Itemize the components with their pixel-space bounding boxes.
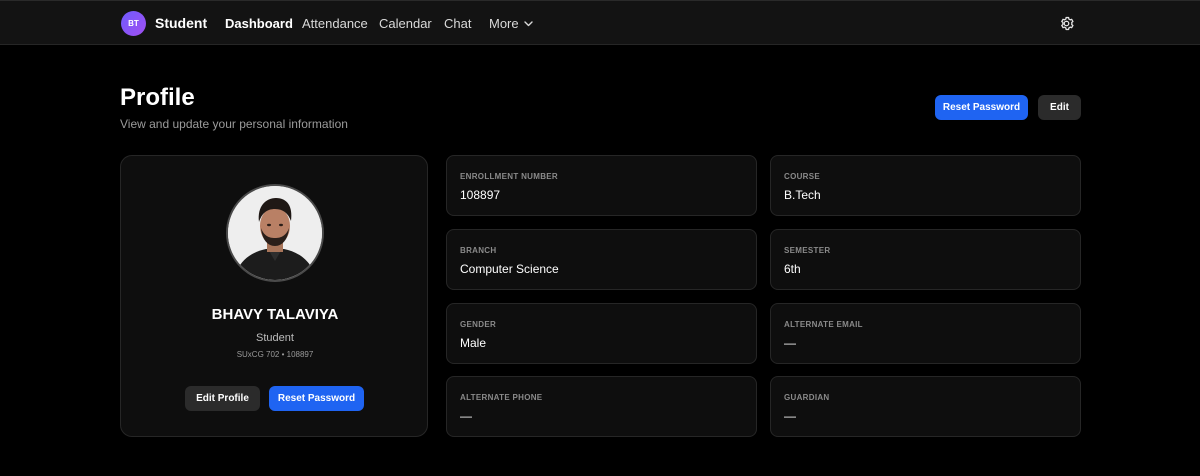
nav-more[interactable]: More [489,16,533,31]
chevron-down-icon [523,20,533,26]
field-label: SEMESTER [784,246,831,255]
field-value: B.Tech [784,188,821,202]
field-value: — [784,409,796,423]
field-label: ENROLLMENT NUMBER [460,172,558,181]
field-label: ALTERNATE PHONE [460,393,543,402]
field-label: BRANCH [460,246,497,255]
gear-icon[interactable] [1058,15,1075,32]
field-enrollment-number: ENROLLMENT NUMBER 108897 [446,155,757,216]
field-label: COURSE [784,172,821,181]
field-guardian: GUARDIAN — [770,376,1081,437]
reset-password-button[interactable]: Reset Password [935,95,1028,120]
edit-profile-button[interactable]: Edit Profile [185,386,260,411]
nav-attendance[interactable]: Attendance [302,16,368,31]
student-meta: SUxCG 702 • 108897 [236,350,314,359]
nav-calendar[interactable]: Calendar [379,16,432,31]
field-course: COURSE B.Tech [770,155,1081,216]
nav-dashboard[interactable]: Dashboard [225,16,293,31]
field-label: ALTERNATE EMAIL [784,320,863,329]
page-title: Profile [120,84,195,111]
field-label: GUARDIAN [784,393,830,402]
field-value: Male [460,336,487,350]
edit-button[interactable]: Edit [1038,95,1081,120]
field-value: 6th [784,262,801,276]
profile-card: BHAVY TALAVIYA Student SUxCG 702 • 10889… [120,155,428,437]
brand-avatar[interactable]: BT [121,11,146,36]
field-alternate-email: ALTERNATE EMAIL — [770,303,1081,364]
field-alternate-phone: ALTERNATE PHONE — [446,376,757,437]
nav-more-label: More [489,16,519,31]
field-value: Computer Science [460,262,559,276]
top-navbar: BT Student Dashboard Attendance Calendar… [0,0,1200,45]
student-role: Student [256,332,294,344]
field-semester: SEMESTER 6th [770,229,1081,290]
card-reset-password-button[interactable]: Reset Password [269,386,364,411]
brand-name[interactable]: Student [155,15,207,31]
field-value: — [784,336,796,350]
page-subtitle: View and update your personal informatio… [120,117,348,131]
profile-photo [226,184,324,282]
student-name: BHAVY TALAVIYA [211,306,339,323]
field-branch: BRANCH Computer Science [446,229,757,290]
field-value: — [460,409,472,423]
field-value: 108897 [460,188,501,202]
nav-chat[interactable]: Chat [444,16,471,31]
field-gender: GENDER Male [446,303,757,364]
field-label: GENDER [460,320,497,329]
